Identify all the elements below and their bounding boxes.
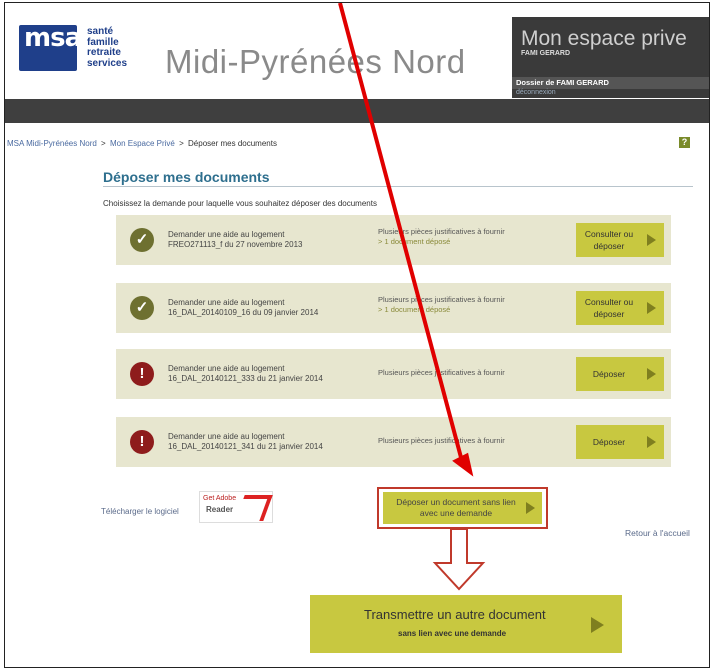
request-card: ✓ Demander une aide au logement FREO2711… <box>116 215 671 265</box>
brand-line: services <box>87 57 128 69</box>
request-description: Demander une aide au logement 16_DAL_201… <box>168 298 318 318</box>
breadcrumb-private-space[interactable]: Mon Espace Privé <box>110 139 175 148</box>
request-pieces: Plusieurs pièces justificatives à fourni… <box>378 436 505 446</box>
request-reference: FREO271113_f du 27 novembre 2013 <box>168 240 303 249</box>
request-pieces: Plusieurs pièces justificatives à fourni… <box>378 295 505 315</box>
consult-deposit-button[interactable]: Consulter ou déposer <box>576 223 664 257</box>
highlight-box: Déposer un document sans lien avec une d… <box>377 487 548 529</box>
play-arrow-icon <box>526 502 535 514</box>
button-label: Déposer <box>592 437 626 447</box>
adobe-get-label: Get Adobe <box>203 495 237 502</box>
play-arrow-icon <box>647 302 656 314</box>
deposit-button[interactable]: Déposer <box>576 425 664 459</box>
deposit-button[interactable]: Déposer <box>576 357 664 391</box>
button-label: Consulter ou déposer <box>584 297 634 319</box>
site-header: msa santé famille retraite services Midi… <box>5 3 709 99</box>
button-label: Consulter ou déposer <box>584 229 634 251</box>
request-reference: 16_DAL_20140121_341 du 21 janvier 2014 <box>168 442 323 451</box>
breadcrumb-separator: > <box>179 139 184 148</box>
deposit-unlinked-document-button[interactable]: Déposer un document sans lien avec une d… <box>383 492 542 524</box>
status-glyph: ! <box>139 433 145 450</box>
brand-line: santé <box>87 26 114 37</box>
adobe-swoosh-icon <box>235 495 273 521</box>
page-title: Déposer mes documents <box>103 169 270 185</box>
user-name: FAMI GERARD <box>521 50 570 57</box>
check-circle-icon: ✓ <box>130 296 154 320</box>
request-pieces: Plusieurs pièces justificatives à fourni… <box>378 368 505 378</box>
request-card: ✓ Demander une aide au logement 16_DAL_2… <box>116 283 671 333</box>
request-card: ! Demander une aide au logement 16_DAL_2… <box>116 349 671 399</box>
logout-link[interactable]: déconnexion <box>516 89 556 96</box>
documents-count: > 1 document déposé <box>378 237 451 246</box>
pieces-required: Plusieurs pièces justificatives à fourni… <box>378 227 505 236</box>
dossier-label: Dossier de FAMI GERARD <box>512 77 709 89</box>
request-description: Demander une aide au logement FREO271113… <box>168 230 302 250</box>
msa-logo[interactable]: msa <box>19 23 82 73</box>
breadcrumb: MSA Midi-Pyrénées Nord > Mon Espace Priv… <box>7 139 277 148</box>
transmit-other-document-button[interactable]: Transmettre un autre document sans lien … <box>310 595 622 653</box>
brand-tagline: santé famille retraite services <box>87 26 128 69</box>
request-description: Demander une aide au logement 16_DAL_201… <box>168 432 323 452</box>
page-frame: msa santé famille retraite services Midi… <box>4 2 710 668</box>
request-description: Demander une aide au logement 16_DAL_201… <box>168 364 323 384</box>
play-arrow-icon <box>647 368 656 380</box>
pieces-required: Plusieurs pièces justificatives à fourni… <box>378 295 505 304</box>
request-title: Demander une aide au logement <box>168 432 285 441</box>
request-reference: 16_DAL_20140109_16 du 09 janvier 2014 <box>168 308 319 317</box>
request-reference: 16_DAL_20140121_333 du 21 janvier 2014 <box>168 374 323 383</box>
status-glyph: ✓ <box>135 231 149 248</box>
hollow-down-arrow-icon <box>432 528 486 591</box>
button-label: Déposer <box>592 369 626 379</box>
consult-deposit-button[interactable]: Consulter ou déposer <box>576 291 664 325</box>
brand-line: retraite <box>87 47 121 58</box>
download-software-link[interactable]: Télécharger le logiciel <box>101 507 179 516</box>
play-arrow-icon <box>647 234 656 246</box>
request-title: Demander une aide au logement <box>168 364 285 373</box>
back-home-link[interactable]: Retour à l'accueil <box>625 528 690 538</box>
adobe-reader-label: Reader <box>206 505 234 514</box>
breadcrumb-separator: > <box>101 139 106 148</box>
exclamation-circle-icon: ! <box>130 430 154 454</box>
exclamation-circle-icon: ! <box>130 362 154 386</box>
help-icon[interactable]: ? <box>679 137 690 148</box>
breadcrumb-home[interactable]: MSA Midi-Pyrénées Nord <box>7 139 97 148</box>
button-label: Déposer un document sans lien avec une d… <box>396 497 516 518</box>
request-pieces: Plusieurs pièces justificatives à fourni… <box>378 227 505 247</box>
button-sub-label: sans lien avec une demande <box>398 629 507 638</box>
pieces-required: Plusieurs pièces justificatives à fourni… <box>378 368 505 377</box>
request-card: ! Demander une aide au logement 16_DAL_2… <box>116 417 671 467</box>
button-main-label: Transmettre un autre document <box>364 607 546 622</box>
play-arrow-icon <box>591 617 604 633</box>
play-arrow-icon <box>647 436 656 448</box>
nav-bar <box>5 99 709 123</box>
status-glyph: ! <box>139 365 145 382</box>
logo-letters: msa <box>24 23 82 53</box>
status-glyph: ✓ <box>135 299 149 316</box>
documents-count: > 1 document déposé <box>378 305 451 314</box>
pieces-required: Plusieurs pièces justificatives à fourni… <box>378 436 505 445</box>
region-title: Midi-Pyrénées Nord <box>165 43 466 80</box>
private-space-title: Mon espace prive <box>521 27 687 50</box>
adobe-reader-badge[interactable]: Get Adobe Reader <box>199 491 273 523</box>
private-space-panel: Mon espace prive FAMI GERARD Dossier de … <box>512 17 709 98</box>
request-title: Demander une aide au logement <box>168 298 285 307</box>
check-circle-icon: ✓ <box>130 228 154 252</box>
breadcrumb-current: Déposer mes documents <box>188 139 277 148</box>
request-title: Demander une aide au logement <box>168 230 285 239</box>
intro-text: Choisissez la demande pour laquelle vous… <box>103 199 377 208</box>
title-divider <box>103 186 693 187</box>
